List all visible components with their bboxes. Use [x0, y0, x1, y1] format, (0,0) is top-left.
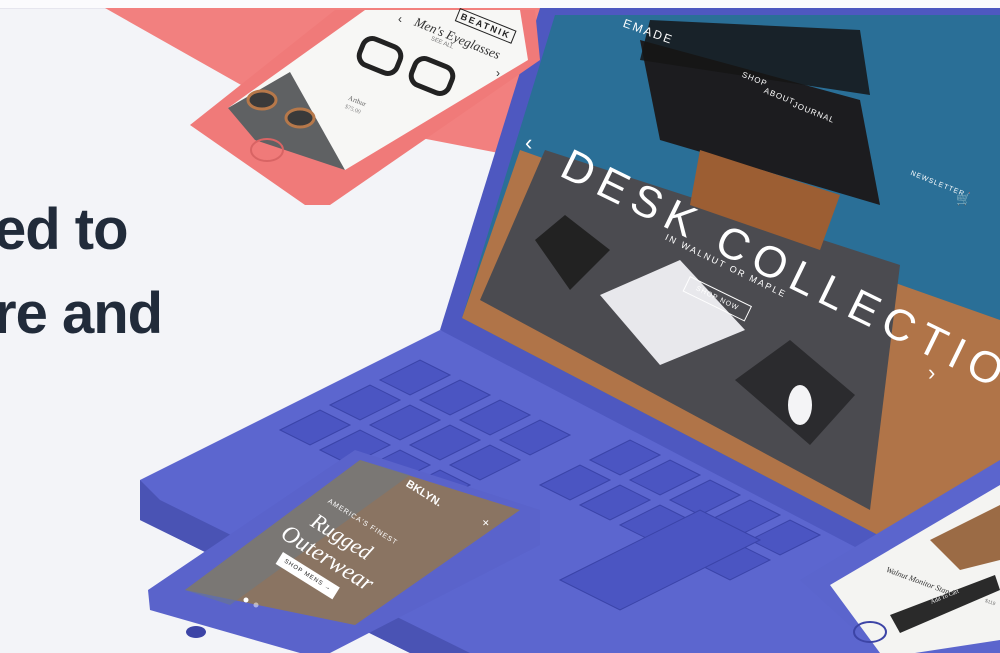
phone-right: [800, 460, 1000, 653]
